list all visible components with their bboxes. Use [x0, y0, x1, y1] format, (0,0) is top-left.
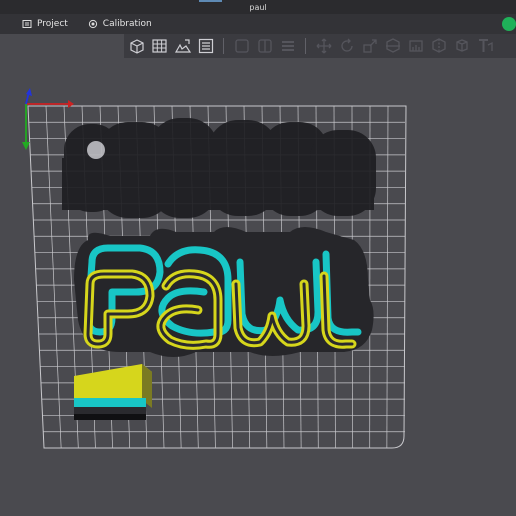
toolbar-separator	[305, 38, 306, 54]
window-title: paul	[249, 2, 267, 12]
seam-paint-icon[interactable]	[429, 37, 448, 56]
cut-icon[interactable]	[383, 37, 402, 56]
color-cube	[74, 364, 152, 420]
text-icon[interactable]	[475, 37, 494, 56]
move-icon[interactable]	[314, 37, 333, 56]
menu-project-label: Project	[37, 19, 68, 29]
rotate-icon[interactable]	[337, 37, 356, 56]
title-accent	[199, 0, 222, 2]
layers-icon[interactable]	[278, 37, 297, 56]
measure-icon[interactable]	[452, 37, 471, 56]
3d-viewport[interactable]	[0, 58, 516, 516]
status-toggle[interactable]	[502, 17, 516, 31]
split-objects-icon[interactable]	[232, 37, 251, 56]
grid-line	[386, 105, 389, 449]
calibration-icon	[88, 19, 98, 29]
auto-orient-icon[interactable]	[173, 37, 192, 56]
plate-settings-icon[interactable]	[196, 37, 215, 56]
keychain-shadow	[62, 118, 376, 218]
grid-line	[45, 105, 62, 449]
menu-bar: Project Calibration	[0, 14, 516, 34]
title-bar: paul	[0, 0, 516, 14]
scale-icon[interactable]	[360, 37, 379, 56]
menu-project[interactable]: Project	[12, 14, 78, 34]
menu-calibration[interactable]: Calibration	[78, 14, 162, 34]
arrange-grid-icon[interactable]	[150, 37, 169, 56]
project-icon	[22, 19, 32, 29]
toolbar-separator	[223, 38, 224, 54]
toolbar	[124, 34, 516, 58]
add-object-icon[interactable]	[127, 37, 146, 56]
menu-calibration-label: Calibration	[102, 19, 152, 29]
split-parts-icon[interactable]	[255, 37, 274, 56]
support-paint-icon[interactable]	[406, 37, 425, 56]
